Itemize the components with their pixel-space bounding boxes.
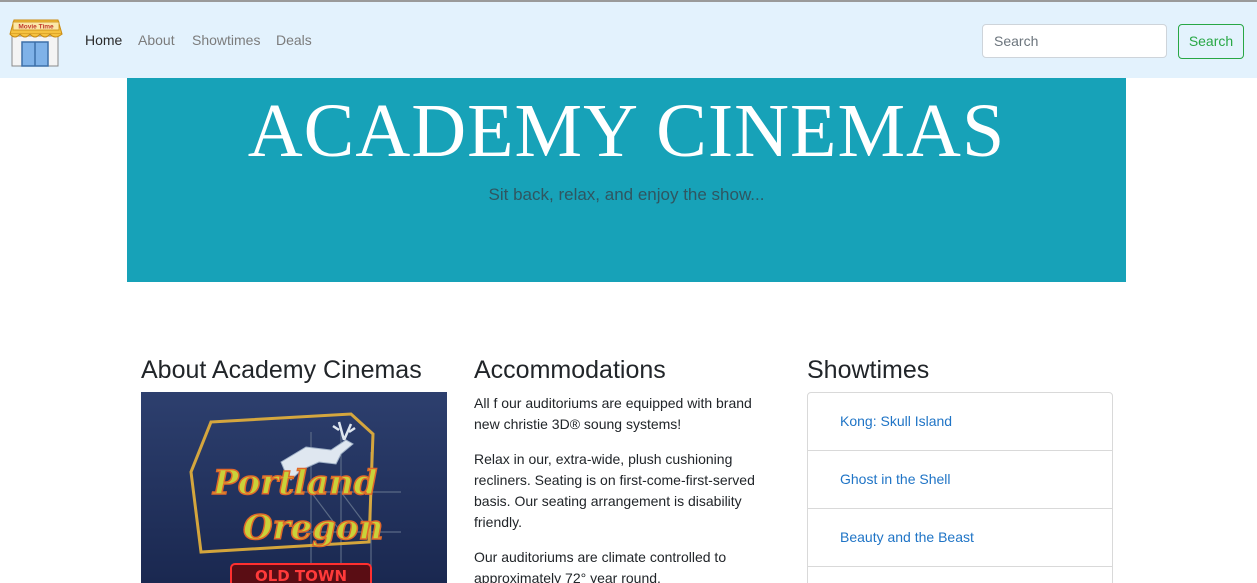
- showtime-link-kong[interactable]: Kong: Skull Island: [840, 413, 952, 429]
- showtimes-heading: Showtimes: [807, 356, 930, 384]
- accommodations-heading: Accommodations: [474, 356, 666, 384]
- search-input[interactable]: [982, 24, 1167, 58]
- search-button[interactable]: Search: [1178, 24, 1244, 59]
- storefront-icon: Movie Time: [9, 19, 63, 67]
- nav-showtimes[interactable]: Showtimes: [192, 32, 260, 48]
- brand-logo[interactable]: Movie Time: [8, 14, 64, 68]
- showtime-link-beauty[interactable]: Beauty and the Beast: [840, 529, 974, 545]
- nav-home[interactable]: Home: [85, 32, 122, 48]
- nav-about[interactable]: About: [138, 32, 175, 48]
- list-item[interactable]: Ghost in the Shell: [808, 451, 1112, 509]
- hero-subtitle: Sit back, relax, and enjoy the show...: [488, 185, 765, 204]
- list-item[interactable]: Kong: Skull Island: [808, 393, 1112, 451]
- accommodations-paragraph-2: Relax in our, extra-wide, plush cushioni…: [474, 451, 755, 530]
- sign-portland-text: Portland: [212, 463, 378, 503]
- nav-deals[interactable]: Deals: [276, 32, 312, 48]
- hero-title: ACADEMY CINEMAS: [247, 89, 1006, 173]
- about-heading: About Academy Cinemas: [141, 356, 422, 384]
- navbar: Movie Time Home About Showtimes Deals Se…: [0, 2, 1257, 78]
- accommodations-paragraph-1: All f our auditoriums are equipped with …: [474, 395, 752, 432]
- accommodations-paragraph-3: Our auditoriums are climate controlled t…: [474, 549, 727, 583]
- showtime-link-ghost[interactable]: Ghost in the Shell: [840, 471, 951, 487]
- hero-banner: ACADEMY CINEMAS Sit back, relax, and enj…: [127, 78, 1126, 282]
- list-item[interactable]: Beauty and the Beast: [808, 509, 1112, 567]
- portland-sign-photo: Portland Oregon OLD TOWN: [141, 392, 447, 583]
- sign-oregon-text: Oregon: [243, 508, 383, 548]
- showtimes-list: Kong: Skull Island Ghost in the Shell Be…: [807, 392, 1113, 583]
- brand-logo-text: Movie Time: [18, 24, 54, 31]
- sign-oldtown-text: OLD TOWN: [255, 567, 347, 583]
